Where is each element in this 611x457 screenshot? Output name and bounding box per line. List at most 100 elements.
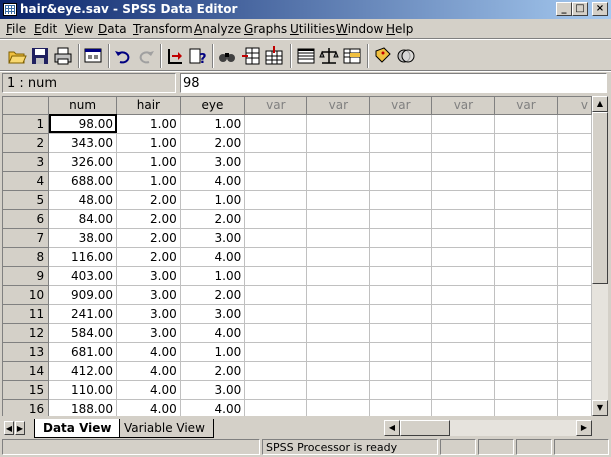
cell-eye[interactable]: 1.00 [180, 114, 246, 134]
row-header[interactable]: 6 [3, 209, 50, 229]
cell-empty[interactable] [369, 323, 433, 343]
column-header-var[interactable]: var [244, 97, 308, 115]
cell-eye[interactable]: 2.00 [180, 361, 246, 381]
scroll-right-icon[interactable]: ▶ [576, 420, 592, 436]
cell-empty[interactable] [494, 114, 558, 134]
scroll-up-icon[interactable]: ▲ [592, 96, 608, 112]
cell-empty[interactable] [369, 114, 433, 134]
cell-empty[interactable] [494, 190, 558, 210]
horizontal-scrollbar[interactable]: ◀ ▶ [384, 420, 592, 436]
cell-empty[interactable] [431, 304, 496, 324]
cell-empty[interactable] [306, 361, 371, 381]
cell-empty[interactable] [306, 285, 371, 305]
cell-empty[interactable] [494, 152, 558, 172]
variables-icon[interactable]: ? [187, 45, 209, 67]
cell-num[interactable]: 188.00 [48, 399, 117, 416]
row-header[interactable]: 8 [3, 247, 50, 267]
row-header[interactable]: 9 [3, 266, 50, 286]
cell-empty[interactable] [306, 304, 371, 324]
cell-num[interactable]: 909.00 [48, 285, 117, 305]
cell-empty[interactable] [557, 266, 592, 286]
print-icon[interactable] [52, 45, 74, 67]
insert-variable-icon[interactable] [263, 45, 285, 67]
cell-empty[interactable] [431, 380, 496, 400]
cell-num[interactable]: 116.00 [48, 247, 117, 267]
cell-empty[interactable] [244, 171, 308, 191]
cell-num[interactable]: 98.00 [48, 114, 117, 134]
cell-empty[interactable] [494, 209, 558, 229]
cell-value-input[interactable]: 98 [180, 73, 607, 93]
select-cases-icon[interactable] [341, 45, 363, 67]
cell-empty[interactable] [431, 323, 496, 343]
column-header-eye[interactable]: eye [180, 97, 246, 115]
cell-num[interactable]: 38.00 [48, 228, 117, 248]
cell-num[interactable]: 584.00 [48, 323, 117, 343]
menu-edit[interactable]: Edit [34, 22, 57, 36]
column-header-var[interactable]: var [494, 97, 558, 115]
menu-window[interactable]: Window [336, 22, 383, 36]
value-labels-icon[interactable] [372, 45, 394, 67]
cell-empty[interactable] [306, 247, 371, 267]
cell-empty[interactable] [431, 171, 496, 191]
menu-view[interactable]: View [65, 22, 93, 36]
cell-eye[interactable]: 1.00 [180, 190, 246, 210]
cell-empty[interactable] [431, 399, 496, 416]
cell-empty[interactable] [557, 380, 592, 400]
cell-empty[interactable] [494, 171, 558, 191]
vertical-scrollbar[interactable]: ▲ ▼ [592, 96, 608, 416]
row-header[interactable]: 10 [3, 285, 50, 305]
cell-empty[interactable] [244, 304, 308, 324]
cell-hair[interactable]: 2.00 [116, 190, 181, 210]
cell-hair[interactable]: 3.00 [116, 323, 181, 343]
cell-empty[interactable] [557, 323, 592, 343]
cell-empty[interactable] [431, 247, 496, 267]
cell-empty[interactable] [306, 209, 371, 229]
cell-hair[interactable]: 4.00 [116, 361, 181, 381]
cell-empty[interactable] [306, 399, 371, 416]
cell-empty[interactable] [369, 152, 433, 172]
insert-case-icon[interactable] [240, 45, 262, 67]
cell-empty[interactable] [431, 133, 496, 153]
row-header[interactable]: 5 [3, 190, 50, 210]
row-header[interactable]: 12 [3, 323, 50, 343]
cell-eye[interactable]: 3.00 [180, 152, 246, 172]
tab-variable-view[interactable]: Variable View [116, 419, 214, 438]
cell-empty[interactable] [557, 304, 592, 324]
cell-empty[interactable] [557, 209, 592, 229]
minimize-button[interactable]: _ [556, 2, 572, 16]
row-header[interactable]: 16 [3, 399, 50, 416]
cell-empty[interactable] [494, 361, 558, 381]
cell-empty[interactable] [494, 380, 558, 400]
cell-num[interactable]: 110.00 [48, 380, 117, 400]
cell-empty[interactable] [369, 266, 433, 286]
row-header[interactable]: 3 [3, 152, 50, 172]
title-bar[interactable]: hair&eye.sav - SPSS Data Editor _ □ × [0, 0, 611, 19]
cell-empty[interactable] [369, 247, 433, 267]
split-file-icon[interactable] [295, 45, 317, 67]
cell-empty[interactable] [369, 285, 433, 305]
cell-empty[interactable] [244, 133, 308, 153]
cell-empty[interactable] [431, 190, 496, 210]
cell-empty[interactable] [306, 190, 371, 210]
cell-empty[interactable] [369, 171, 433, 191]
cell-empty[interactable] [494, 133, 558, 153]
cell-empty[interactable] [369, 133, 433, 153]
menu-file[interactable]: File [6, 22, 26, 36]
cell-eye[interactable]: 2.00 [180, 209, 246, 229]
cell-empty[interactable] [557, 171, 592, 191]
cell-empty[interactable] [369, 228, 433, 248]
cell-empty[interactable] [244, 342, 308, 362]
cell-hair[interactable]: 2.00 [116, 209, 181, 229]
column-header-var[interactable]: var [306, 97, 371, 115]
cell-hair[interactable]: 2.00 [116, 228, 181, 248]
cell-eye[interactable]: 4.00 [180, 171, 246, 191]
cell-empty[interactable] [369, 209, 433, 229]
cell-num[interactable]: 48.00 [48, 190, 117, 210]
cell-empty[interactable] [557, 133, 592, 153]
cell-empty[interactable] [244, 152, 308, 172]
tab-scroll-right-icon[interactable]: ▶ [15, 421, 25, 435]
row-header[interactable]: 14 [3, 361, 50, 381]
cell-eye[interactable]: 1.00 [180, 342, 246, 362]
cell-empty[interactable] [494, 342, 558, 362]
cell-eye[interactable]: 4.00 [180, 247, 246, 267]
